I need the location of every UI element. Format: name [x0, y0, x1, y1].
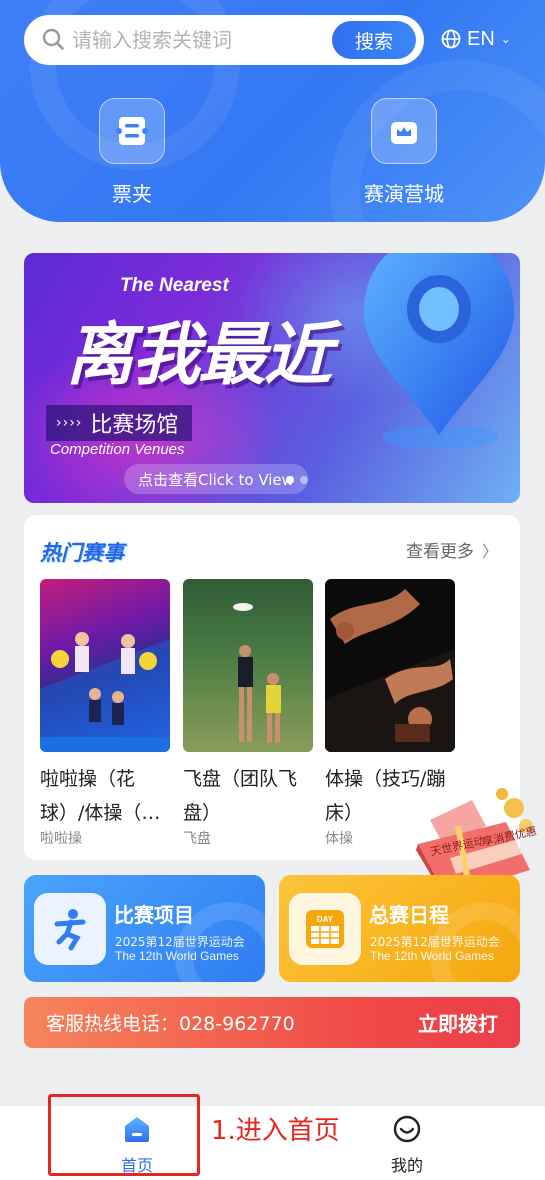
search-bar: 搜索	[24, 15, 424, 65]
annotation-label: 1.进入首页	[211, 1116, 340, 1146]
view-more-label: 查看更多	[405, 542, 474, 562]
tab-profile-label: 我的	[390, 1156, 423, 1175]
ticket-wallet-label: 票夹	[112, 182, 152, 206]
event-card[interactable]: 啦啦操（花球）/体操（… 啦啦操	[40, 579, 172, 848]
banner-cn-title: 离我最近	[66, 316, 332, 395]
event-name: 飞盘（团队飞盘）	[183, 768, 298, 824]
carousel-dot[interactable]	[300, 476, 308, 484]
tile-subtitle: 2025第12届世界运动会	[115, 935, 245, 949]
chevron-right-icon: 〉	[481, 541, 498, 561]
view-more-link[interactable]: 查看更多 〉	[405, 537, 498, 563]
banner-cta-button[interactable]: 点击查看Click to View	[124, 464, 308, 494]
sports-shows-city-button[interactable]: 赛演营城	[339, 98, 469, 207]
banner-en-title: The Nearest	[120, 275, 229, 296]
language-switch[interactable]: EN ⌄	[441, 24, 511, 54]
banner-tag-label: 比赛场馆	[90, 413, 179, 438]
carousel-dot-active[interactable]	[286, 476, 294, 484]
language-label: EN	[467, 27, 495, 50]
crown-icon	[391, 122, 417, 144]
hotline-text: 客服热线电话：028-962770	[46, 1013, 295, 1035]
ticket-wallet-button[interactable]: 票夹	[67, 98, 197, 207]
venue-banner[interactable]: The Nearest 离我最近 ›››› 比赛场馆 Competition V…	[24, 253, 520, 503]
tile-title: 比赛项目	[114, 903, 194, 927]
sport-figure-icon-box	[34, 893, 106, 965]
sport-figure-icon	[54, 909, 86, 951]
tile-title: 总赛日程	[369, 903, 449, 927]
event-image-gymnastics	[325, 579, 455, 752]
event-image-frisbee	[183, 579, 313, 752]
cheerleading-illustration	[40, 632, 170, 752]
carousel-dots	[286, 476, 308, 484]
annotation-highlight-box	[48, 1094, 200, 1176]
event-category: 飞盘	[183, 831, 211, 847]
gymnastics-illustration	[325, 589, 455, 752]
ticket-wallet-icon-box	[99, 98, 165, 164]
events-list-tile[interactable]: 比赛项目 2025第12届世界运动会 The 12th World Games	[24, 875, 265, 982]
sports-shows-city-label: 赛演营城	[364, 182, 444, 206]
event-category: 啦啦操	[40, 831, 82, 847]
hotline-bar: 客服热线电话：028-962770 立即拨打	[24, 997, 520, 1048]
tab-profile[interactable]: 我的	[362, 1114, 452, 1176]
event-name: 啦啦操（花球）/体操（…	[40, 768, 161, 824]
chevron-down-icon: ⌄	[500, 32, 511, 46]
search-input[interactable]	[72, 25, 342, 55]
smiley-icon	[393, 1115, 421, 1143]
search-icon	[42, 28, 64, 50]
ticket-wallet-icon	[116, 117, 148, 145]
banner-en-subtitle: Competition Venues	[50, 441, 185, 458]
arrows-icon: ››››	[56, 415, 83, 431]
schedule-tile[interactable]: DAY 总赛日程 2025第12届世界运动会 The 12th World Ga…	[279, 875, 520, 982]
globe-icon	[441, 29, 461, 49]
banner-tag: ›››› 比赛场馆	[46, 405, 193, 441]
frisbee-illustration	[233, 603, 281, 743]
calendar-badge-text: DAY	[317, 915, 334, 924]
crown-icon-box	[371, 98, 437, 164]
search-button[interactable]: 搜索	[332, 21, 416, 59]
tile-subtitle: 2025第12届世界运动会	[370, 935, 500, 949]
calendar-icon-box: DAY	[289, 893, 361, 965]
call-now-button[interactable]: 立即拨打	[418, 1008, 498, 1037]
hot-events-title: 热门赛事	[40, 541, 124, 565]
header: 搜索 EN ⌄ 票夹 赛演营城	[0, 0, 545, 222]
event-image-cheerleading	[40, 579, 170, 752]
event-card[interactable]: 飞盘（团队飞盘） 飞盘	[183, 579, 315, 848]
tile-subtitle-en: The 12th World Games	[370, 949, 494, 963]
tile-subtitle-en: The 12th World Games	[115, 949, 239, 963]
location-pin-icon	[364, 253, 514, 449]
calendar-icon: DAY	[306, 910, 344, 948]
